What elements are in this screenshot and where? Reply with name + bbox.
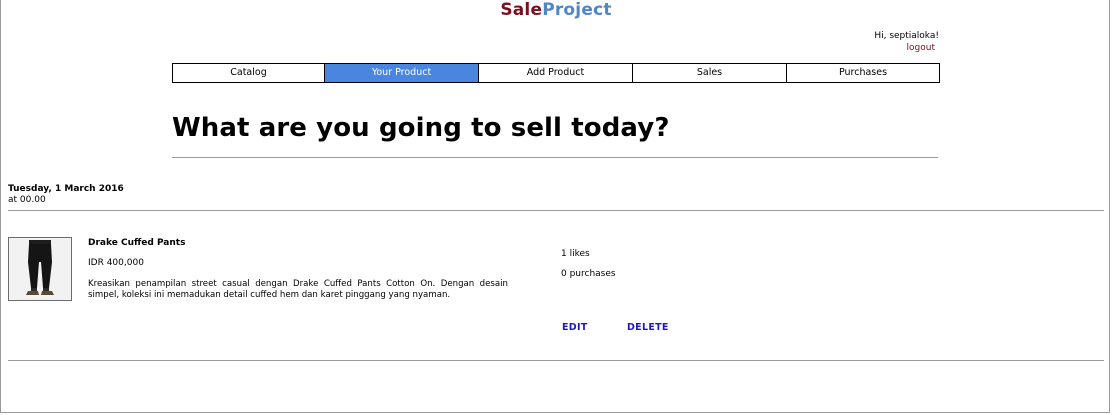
brand-part-sale: Sale — [500, 0, 543, 20]
main-nav: Catalog Your Product Add Product Sales P… — [172, 63, 940, 83]
user-box: Hi, septialoka! logout — [874, 30, 939, 54]
tab-catalog[interactable]: Catalog — [172, 63, 325, 83]
user-greeting: Hi, septialoka! — [874, 31, 939, 41]
product-top-divider — [8, 210, 1104, 211]
tab-sales[interactable]: Sales — [632, 63, 787, 83]
pants-icon — [9, 238, 71, 300]
product-bottom-divider — [8, 360, 1104, 361]
tab-add-product[interactable]: Add Product — [478, 63, 633, 83]
product-time: at 00.00 — [8, 195, 46, 205]
product-purchases: 0 purchases — [561, 269, 616, 279]
brand-logo[interactable]: SaleProject — [1, 0, 1111, 20]
app-window: SaleProject Hi, septialoka! logout Catal… — [0, 0, 1110, 413]
edit-button[interactable]: EDIT — [562, 322, 588, 333]
product-description: Kreasikan penampilan street casual denga… — [88, 279, 508, 300]
page-title: What are you going to sell today? — [172, 113, 670, 143]
tab-your-product[interactable]: Your Product — [324, 63, 479, 83]
pants-product-image — [8, 237, 72, 301]
delete-button[interactable]: DELETE — [627, 322, 669, 333]
logout-link[interactable]: logout — [907, 43, 935, 53]
title-divider — [172, 157, 938, 158]
product-price: IDR 400,000 — [88, 258, 144, 268]
tab-purchases[interactable]: Purchases — [786, 63, 940, 83]
product-date: Tuesday, 1 March 2016 — [8, 184, 124, 194]
product-date-block: Tuesday, 1 March 2016 at 00.00 — [8, 184, 124, 206]
product-likes: 1 likes — [561, 249, 590, 259]
brand-part-project: Project — [542, 0, 612, 20]
product-name[interactable]: Drake Cuffed Pants — [88, 238, 185, 248]
